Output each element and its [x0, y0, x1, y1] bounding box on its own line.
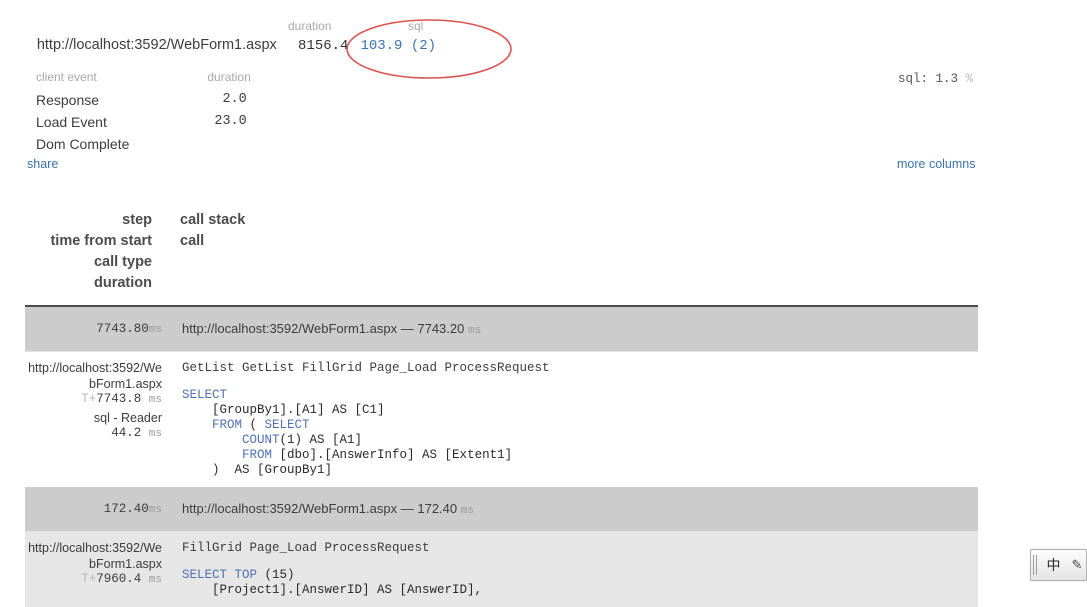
summary-sql-value[interactable]: 103.9 (2) — [348, 38, 460, 54]
summary-duration-label: duration — [288, 19, 332, 33]
group-total-time: 172.40ms — [103, 502, 162, 516]
trace-row-body: FillGrid Page_Load ProcessRequest SELECT… — [168, 541, 978, 598]
trace-row-step-url: http://localhost:3592/WebForm1.aspx — [28, 541, 162, 571]
group-title: http://localhost:3592/WebForm1.aspx — 77… — [168, 321, 481, 337]
client-event-row: Load Event 23.0 — [36, 111, 251, 133]
more-columns-link[interactable]: more columns — [897, 157, 976, 171]
trace-group-header[interactable]: 7743.80ms http://localhost:3592/WebForm1… — [25, 307, 978, 352]
client-event-duration: 2.0 — [222, 92, 247, 107]
client-events-table: client event duration Response 2.0 Load … — [36, 70, 251, 155]
trace-row-meta: http://localhost:3592/WebForm1.aspx T+79… — [25, 541, 168, 591]
group-title-time: 7743.20 — [417, 321, 465, 336]
column-key-left: step time from start call type duration — [0, 210, 152, 294]
sql-percentage-value: sql: 1.3 — [898, 72, 959, 86]
trace-row-duration: 44.2 ms — [111, 426, 162, 440]
ime-language-bar[interactable]: 中 ✎ — [1030, 549, 1087, 581]
key-time-from-start: time from start — [50, 233, 152, 249]
key-call: call — [180, 233, 205, 249]
client-event-name: Load Event — [36, 114, 107, 130]
share-link[interactable]: share — [27, 157, 58, 171]
client-event-name: Dom Complete — [36, 136, 130, 152]
trace-row-call-stack: GetList GetList FillGrid Page_Load Proce… — [182, 361, 550, 375]
client-event-row: Dom Complete — [36, 133, 251, 155]
summary-sql-label: sql — [408, 19, 424, 33]
group-title-unit: ms — [467, 325, 482, 337]
pen-icon[interactable]: ✎ — [1068, 557, 1086, 573]
key-duration: duration — [94, 275, 152, 291]
client-event-duration: 23.0 — [214, 114, 247, 129]
group-time-unit: ms — [148, 324, 162, 336]
sql-percentage: sql: 1.3 % — [898, 72, 973, 86]
group-title-unit: ms — [460, 505, 474, 517]
client-event-row: Response 2.0 — [36, 89, 251, 111]
trace-row-step-url: http://localhost:3592/WebForm1.aspx — [28, 361, 162, 391]
client-events-header-row: client event duration — [36, 70, 251, 89]
group-time-unit: ms — [148, 504, 162, 516]
group-total-time: 7743.80ms — [96, 322, 162, 336]
trace-row-call-stack: FillGrid Page_Load ProcessRequest — [182, 541, 430, 555]
client-event-name: Response — [36, 92, 100, 108]
client-event-duration — [207, 133, 250, 155]
key-call-stack: call stack — [180, 212, 246, 228]
trace-row-sql[interactable]: SELECT TOP (15) [Project1].[AnswerID] AS… — [182, 568, 978, 598]
group-title-sep: — — [400, 501, 414, 516]
trace-row-call-type: sql - Reader — [93, 410, 162, 425]
summary-url: http://localhost:3592/WebForm1.aspx — [36, 37, 277, 53]
trace-row-meta: http://localhost:3592/WebForm1.aspx T+77… — [25, 361, 168, 443]
trace-row-time-from-start: T+7743.8 ms — [81, 392, 162, 406]
trace-group-header[interactable]: 172.40ms http://localhost:3592/WebForm1.… — [25, 487, 978, 532]
client-events-header-name: client event — [36, 70, 97, 84]
trace-row[interactable]: http://localhost:3592/WebForm1.aspx T+79… — [25, 532, 978, 607]
trace-row-sql[interactable]: SELECT [GroupBy1].[A1] AS [C1] FROM ( SE… — [182, 388, 978, 478]
percent-sign: % — [965, 72, 974, 86]
key-call-type: call type — [93, 254, 152, 270]
group-title-url: http://localhost:3592/WebForm1.aspx — [182, 321, 398, 336]
summary-row: http://localhost:3592/WebForm1.aspx 8156… — [0, 37, 460, 54]
ime-language-label[interactable]: 中 — [1039, 555, 1068, 575]
trace-row-time-from-start: T+7960.4 ms — [81, 572, 162, 586]
trace-row-body: GetList GetList FillGrid Page_Load Proce… — [168, 361, 978, 478]
summary-duration-value: 8156.4 — [298, 38, 349, 54]
key-step: step — [122, 212, 152, 228]
group-title-url: http://localhost:3592/WebForm1.aspx — [182, 501, 398, 516]
client-events-header-duration: duration — [207, 70, 251, 84]
group-title: http://localhost:3592/WebForm1.aspx — 17… — [168, 501, 474, 517]
trace-row[interactable]: http://localhost:3592/WebForm1.aspx T+77… — [25, 352, 978, 487]
group-title-sep: — — [400, 321, 414, 336]
trace-table: 7743.80ms http://localhost:3592/WebForm1… — [25, 305, 978, 607]
column-key-right: call stack call — [180, 210, 245, 252]
column-key: step time from start call type duration … — [0, 210, 400, 294]
group-title-time: 172.40 — [417, 501, 458, 516]
